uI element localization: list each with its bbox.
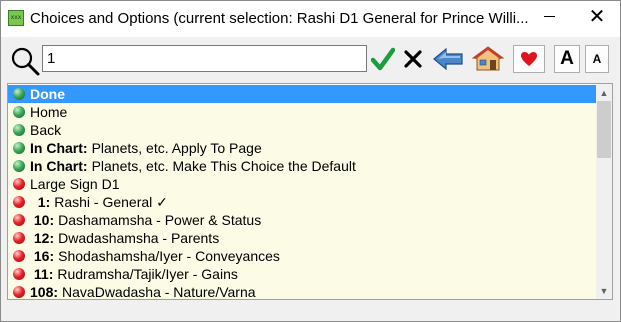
list-item-prefix: 108: xyxy=(30,284,59,300)
font-smaller-button[interactable]: A xyxy=(585,45,609,73)
accept-button[interactable] xyxy=(370,45,396,73)
red-bullet-icon xyxy=(13,214,25,226)
list-item[interactable]: In Chart: Planets, etc. Apply To Page xyxy=(8,139,596,157)
list-item[interactable]: Large Sign D1 xyxy=(8,175,596,193)
list-item[interactable]: 11: Rudramsha/Tajik/Iyer - Gains xyxy=(8,265,596,283)
back-button[interactable] xyxy=(431,45,465,73)
house-icon xyxy=(472,46,504,71)
list-item-prefix: In Chart: xyxy=(30,140,88,156)
list-item-label: Large Sign D1 xyxy=(30,176,120,192)
list-item[interactable]: 10: Dashamamsha - Power & Status xyxy=(8,211,596,229)
green-bullet-icon xyxy=(13,106,25,118)
title-bar[interactable]: xxx Choices and Options (current selecti… xyxy=(1,1,620,37)
x-icon xyxy=(404,50,422,68)
list-item-label: Done xyxy=(30,86,65,102)
list-item[interactable]: 12: Dwadashamsha - Parents xyxy=(8,229,596,247)
list-item-prefix: 12: xyxy=(30,230,55,246)
green-bullet-icon xyxy=(13,124,25,136)
list-item[interactable]: In Chart: Planets, etc. Make This Choice … xyxy=(8,157,596,175)
home-button[interactable] xyxy=(471,45,505,73)
scroll-thumb[interactable] xyxy=(597,101,611,158)
list-item-prefix: 11: xyxy=(30,266,54,282)
scroll-up-button[interactable]: ▲ xyxy=(596,84,612,101)
list-item-prefix: 16: xyxy=(30,248,55,264)
window-title: Choices and Options (current selection: … xyxy=(30,10,529,27)
back-arrow-icon xyxy=(433,47,463,71)
choices-window: xxx Choices and Options (current selecti… xyxy=(0,0,621,322)
list-item-label: Planets, etc. Make This Choice the Defau… xyxy=(91,158,356,174)
choices-list: Done Home Back In Chart: Planets, etc. Apply… xyxy=(7,83,613,300)
list-item-label: Dwadashamsha - Parents xyxy=(58,230,220,246)
list-item-label: Shodashamsha/Iyer - Conveyances xyxy=(58,248,280,264)
search-input[interactable] xyxy=(42,45,367,72)
minimize-icon xyxy=(543,15,555,17)
close-button[interactable]: ✕ xyxy=(574,1,620,31)
font-larger-button[interactable]: A xyxy=(554,45,580,73)
list-item-label: Home xyxy=(30,104,68,120)
green-bullet-icon xyxy=(13,142,25,154)
list-item-prefix: 10: xyxy=(30,212,55,228)
red-heart-icon xyxy=(521,52,537,66)
list-item-label: Dashamamsha - Power & Status xyxy=(58,212,262,228)
list-item[interactable]: 1: Rashi - General ✓ xyxy=(8,193,596,211)
green-checkmark-icon xyxy=(371,47,395,71)
red-bullet-icon xyxy=(13,232,25,244)
list-item-label: NavaDwadasha - Nature/Varna xyxy=(62,284,256,300)
red-bullet-icon xyxy=(13,268,25,280)
favorite-button[interactable] xyxy=(513,45,545,73)
list-item[interactable]: 16: Shodashamsha/Iyer - Conveyances xyxy=(8,247,596,265)
list-item-label: Rudramsha/Tajik/Iyer - Gains xyxy=(57,266,238,282)
list-item-label: Planets, etc. Apply To Page xyxy=(91,140,262,156)
list-item[interactable]: Done xyxy=(8,85,596,103)
list-item-prefix: 1: xyxy=(30,194,51,210)
search-icon xyxy=(11,47,40,76)
clear-button[interactable] xyxy=(401,45,425,73)
minimize-button[interactable] xyxy=(526,1,572,31)
list-item-label: Back xyxy=(30,122,62,138)
list-item[interactable]: Home xyxy=(8,103,596,121)
list-item-prefix: In Chart: xyxy=(30,158,88,174)
red-bullet-icon xyxy=(13,196,25,208)
list-item-label: Rashi - General ✓ xyxy=(54,193,168,210)
list-item[interactable]: Back xyxy=(8,121,596,139)
vertical-scrollbar[interactable]: ▲ ▼ xyxy=(596,84,612,299)
app-icon: xxx xyxy=(8,10,24,26)
red-bullet-icon xyxy=(13,178,25,190)
red-bullet-icon xyxy=(13,286,25,298)
green-bullet-icon xyxy=(13,160,25,172)
scroll-down-button[interactable]: ▼ xyxy=(596,282,612,299)
green-bullet-icon xyxy=(13,88,25,100)
red-bullet-icon xyxy=(13,250,25,262)
list-item[interactable]: 108: NavaDwadasha - Nature/Varna xyxy=(8,283,596,300)
